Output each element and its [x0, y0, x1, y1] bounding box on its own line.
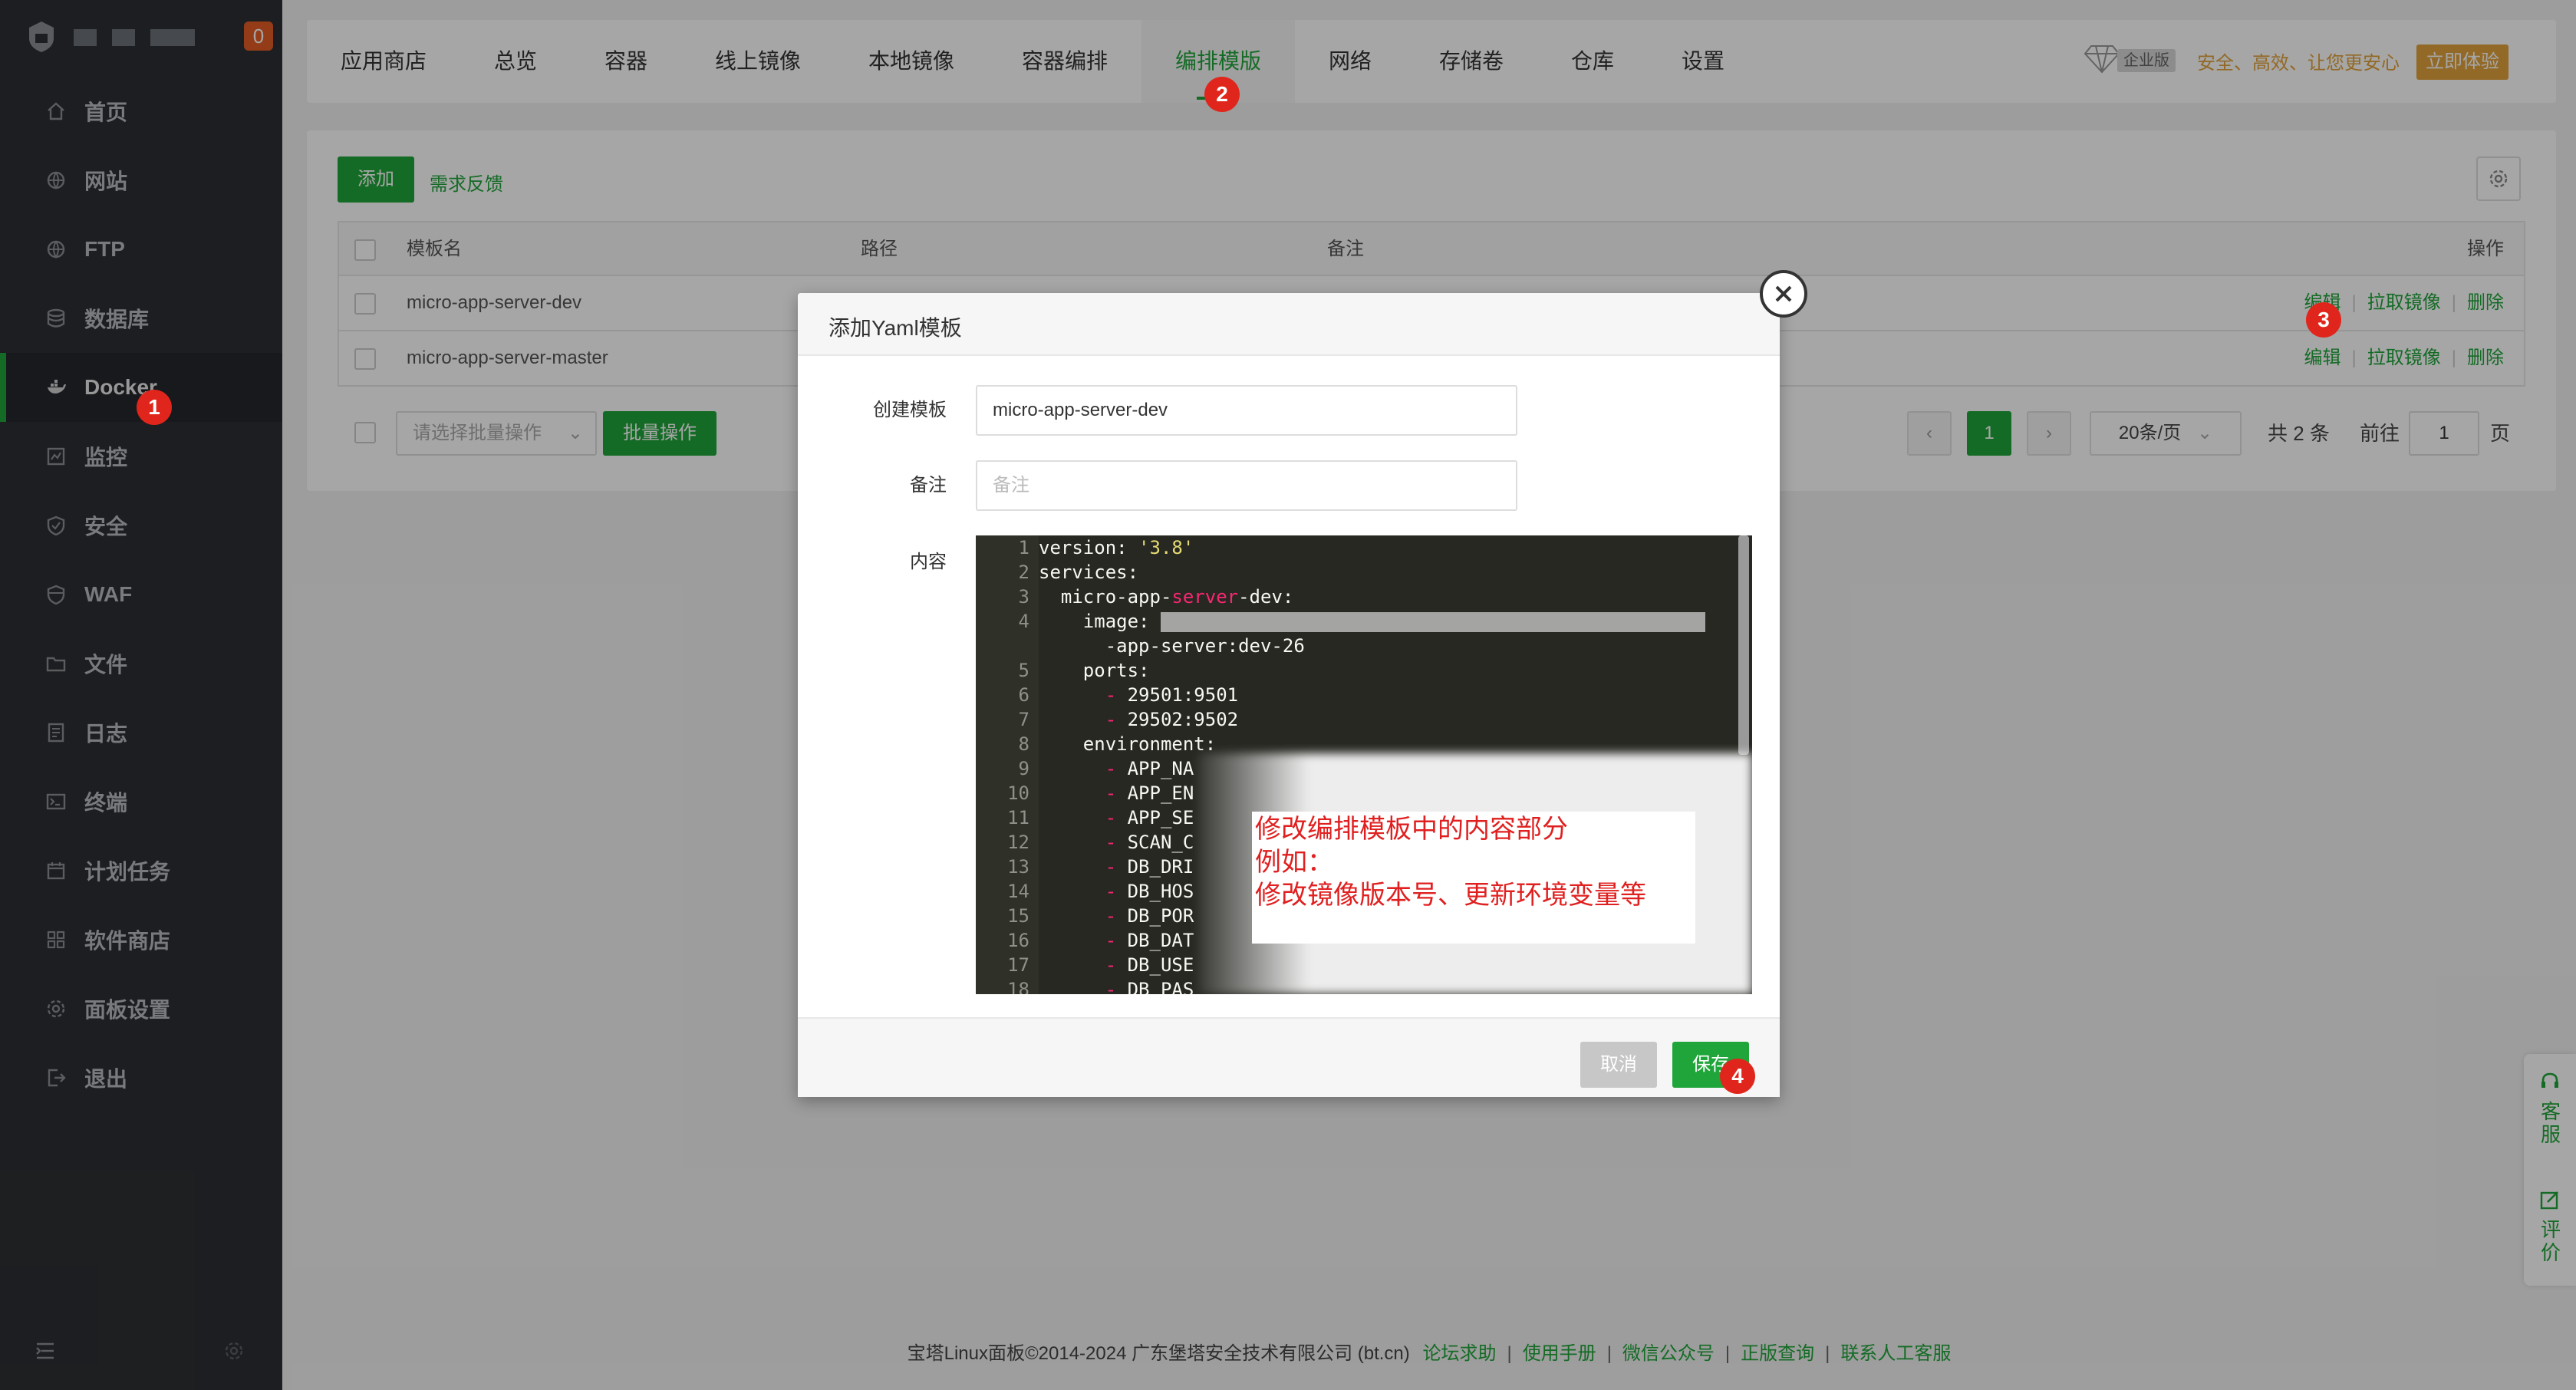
step-marker-4: 4	[1720, 1059, 1755, 1094]
remark-label: 备注	[910, 475, 947, 496]
content-label: 内容	[910, 552, 947, 572]
cancel-button[interactable]: 取消	[1580, 1042, 1657, 1088]
close-dialog-button[interactable]	[1760, 270, 1807, 318]
dialog-footer: 取消 保存	[798, 1017, 1780, 1097]
annotation-line: 例如：	[1255, 847, 1333, 878]
code-line: 5 ports:	[1018, 660, 1150, 681]
annotation-line: 修改镜像版本号、更新环境变量等	[1255, 880, 1646, 911]
code-line: 6 - 29501:9501	[1018, 684, 1239, 706]
remark-input[interactable]: 备注	[976, 460, 1517, 511]
template-name-input[interactable]: micro-app-server-dev	[976, 385, 1517, 436]
code-line: 7 - 29502:9502	[1018, 709, 1239, 730]
code-line: 4 image:	[976, 609, 1743, 634]
annotation-note: 修改编排模板中的内容部分 例如： 修改镜像版本号、更新环境变量等	[1252, 812, 1695, 944]
step-marker-1: 1	[137, 390, 172, 425]
close-icon	[1775, 285, 1792, 302]
code-line: 2 services:	[1018, 562, 1139, 583]
step-marker-3: 3	[2306, 302, 2341, 338]
dialog-title: 添加Yaml模板	[828, 316, 962, 340]
code-line: 1 version: '3.8'	[1018, 537, 1194, 558]
code-line: 3 micro-app-server-dev:	[1018, 586, 1294, 608]
redacted-image-path	[1160, 612, 1705, 632]
code-line: -app-server:dev-26	[1039, 635, 1305, 657]
template-name-label: 创建模板	[873, 400, 947, 420]
annotation-line: 修改编排模板中的内容部分	[1255, 814, 1568, 845]
step-marker-2: 2	[1204, 77, 1240, 112]
add-yaml-template-dialog: 添加Yaml模板 创建模板 micro-app-server-dev 备注 备注…	[798, 270, 1807, 1097]
editor-scrollbar[interactable]	[1738, 535, 1749, 755]
dialog-header: 添加Yaml模板	[798, 293, 1780, 356]
